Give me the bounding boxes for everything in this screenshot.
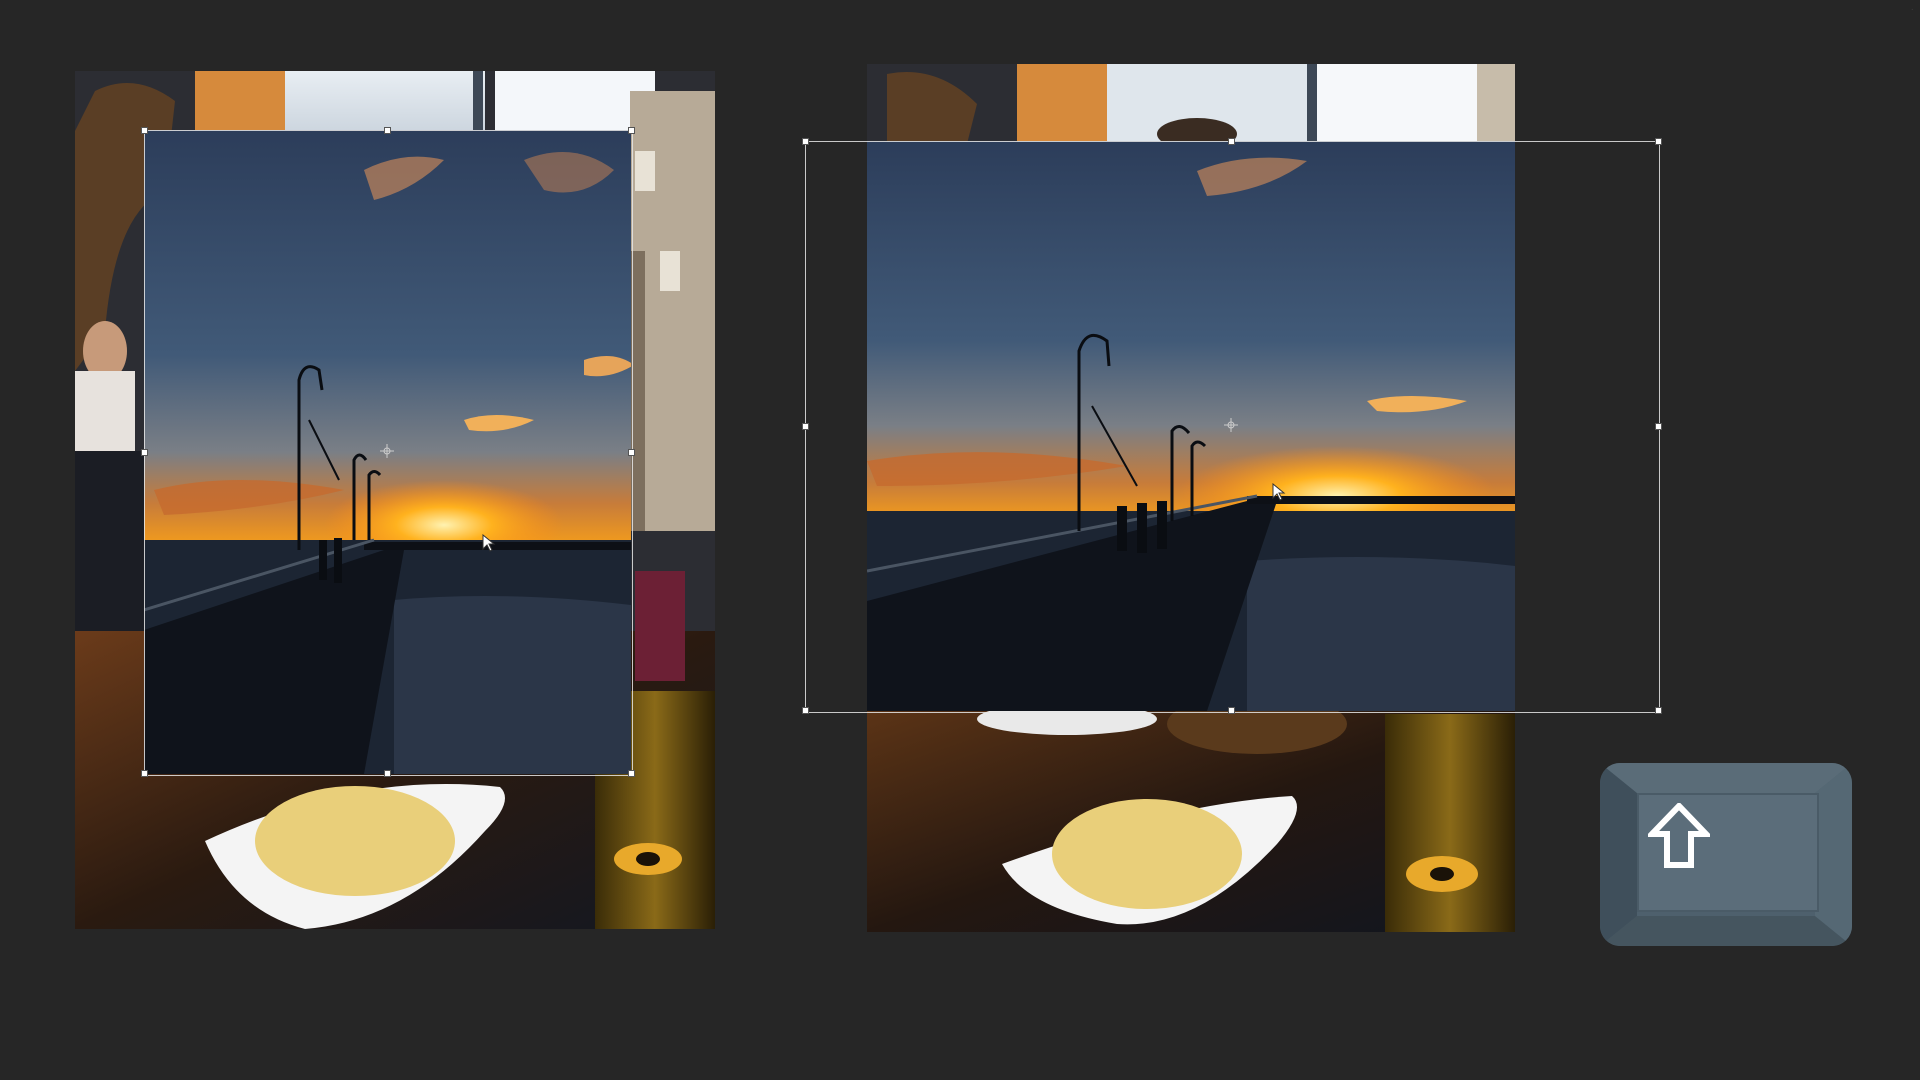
transform-handle-middle-left[interactable]	[141, 449, 148, 456]
transform-handle-bottom-right[interactable]	[628, 770, 635, 777]
transform-handle-top-right[interactable]	[628, 127, 635, 134]
pointer-cursor-icon	[1272, 483, 1286, 501]
transform-handle-bottom-left[interactable]	[141, 770, 148, 777]
transform-handle-top-center[interactable]	[384, 127, 391, 134]
transform-handle-middle-left[interactable]	[802, 423, 809, 430]
transform-handle-top-left[interactable]	[802, 138, 809, 145]
transform-handle-middle-right[interactable]	[1655, 423, 1662, 430]
transform-handle-bottom-left[interactable]	[802, 707, 809, 714]
shift-key	[1600, 763, 1852, 946]
up-arrow-icon	[1648, 803, 1710, 868]
editor-canvas[interactable]: ·	[0, 0, 1920, 1080]
transform-handle-top-left[interactable]	[141, 127, 148, 134]
transform-handle-top-center[interactable]	[1228, 138, 1235, 145]
transform-handle-bottom-center[interactable]	[384, 770, 391, 777]
crosshair-icon	[380, 444, 394, 458]
transform-handle-bottom-right[interactable]	[1655, 707, 1662, 714]
transform-handle-top-right[interactable]	[1655, 138, 1662, 145]
crosshair-icon	[1224, 418, 1238, 432]
window-corner-mark: ·	[1910, 4, 1914, 15]
transform-handle-middle-right[interactable]	[628, 449, 635, 456]
shift-key-hint	[1600, 763, 1852, 946]
pointer-cursor-icon	[482, 534, 496, 552]
transform-handle-bottom-center[interactable]	[1228, 707, 1235, 714]
